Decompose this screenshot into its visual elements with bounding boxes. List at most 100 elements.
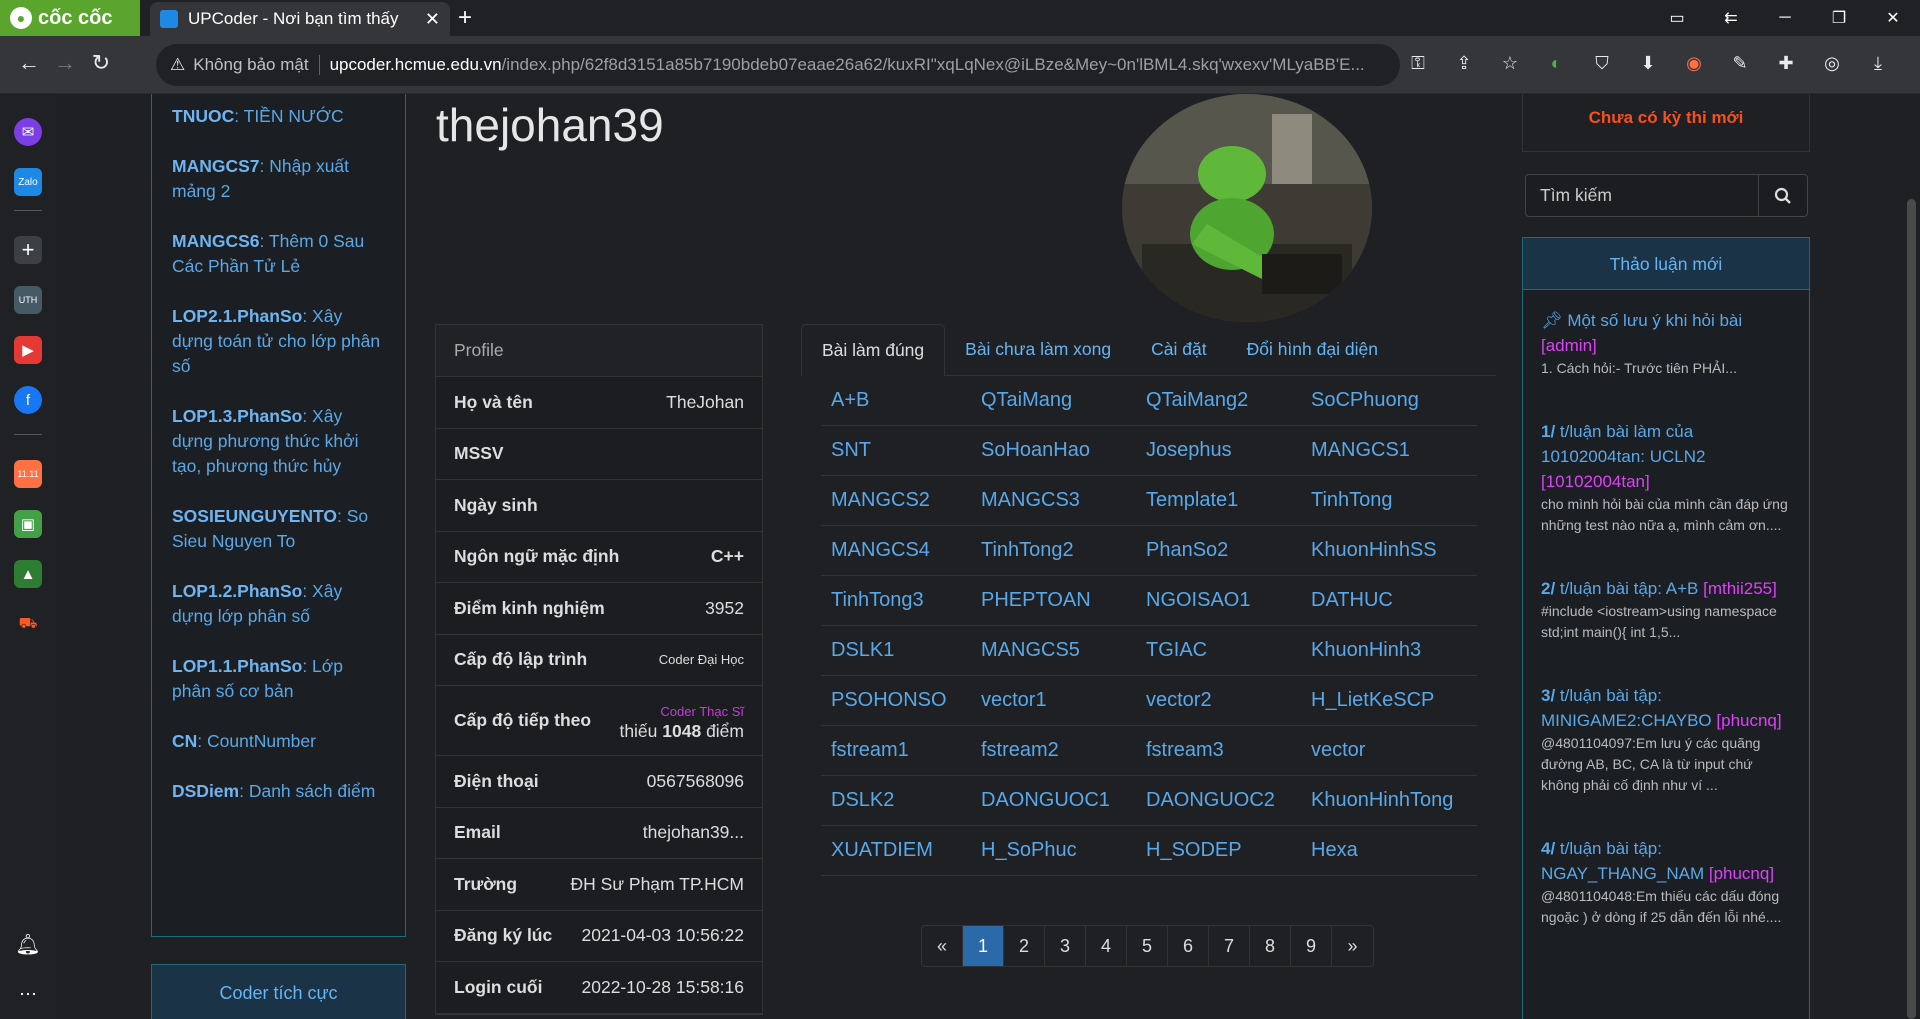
coccoc-extension-icon[interactable]: ◉ xyxy=(1681,50,1707,76)
back-icon[interactable]: ← xyxy=(14,50,44,76)
education-icon[interactable]: ▲ xyxy=(14,560,42,588)
problem-link[interactable]: vector xyxy=(1301,739,1477,762)
problem-link[interactable]: Josephus xyxy=(1136,439,1301,462)
list-item[interactable]: TNUOC: TIỀN NƯỚC xyxy=(172,104,385,129)
restore-icon[interactable]: ❐ xyxy=(1812,0,1866,36)
problem-link[interactable]: KhuonHinhTong xyxy=(1301,789,1477,812)
zalo-icon[interactable]: Zalo xyxy=(14,168,42,196)
more-icon[interactable]: ⋯ xyxy=(14,980,42,1008)
post-title-text[interactable]: t/luận bài tập: NGAY_THANG_NAM xyxy=(1541,839,1704,883)
problem-link[interactable]: SoCPhuong xyxy=(1301,389,1477,412)
search-input[interactable]: Tìm kiếm xyxy=(1526,175,1759,216)
reload-icon[interactable]: ↻ xyxy=(86,50,116,76)
page-button[interactable]: 6 xyxy=(1168,926,1209,966)
problem-link[interactable]: XUATDIEM xyxy=(821,839,971,862)
list-item[interactable]: LOP1.3.PhanSo: Xây dựng phương thức khởi… xyxy=(172,404,385,479)
moon-icon[interactable]: ◐ xyxy=(1543,50,1569,76)
problem-link[interactable]: DSLK2 xyxy=(821,789,971,812)
problem-link[interactable]: Template1 xyxy=(1136,489,1301,512)
uth-icon[interactable]: UTH xyxy=(14,286,42,314)
post-title[interactable]: 1/ t/luận bài làm của 10102004tan: UCLN2… xyxy=(1541,419,1791,494)
page-button[interactable]: 3 xyxy=(1045,926,1086,966)
problem-link[interactable]: H_LietKeSCP xyxy=(1301,689,1477,712)
list-item[interactable]: LOP1.1.PhanSo: Lớp phân số cơ bản xyxy=(172,654,385,704)
problem-code-link[interactable]: MANGCS7 xyxy=(172,156,260,176)
problem-link[interactable]: fstream1 xyxy=(821,739,971,762)
post-author[interactable]: [10102004tan] xyxy=(1541,472,1650,491)
post-author[interactable]: [mthii255] xyxy=(1703,579,1777,598)
list-item[interactable]: CN: CountNumber xyxy=(172,729,385,754)
problem-link[interactable]: fstream2 xyxy=(971,739,1136,762)
problem-link[interactable]: QTaiMang xyxy=(971,389,1136,412)
new-tab-icon[interactable]: + xyxy=(458,4,472,32)
page-scrollbar[interactable] xyxy=(1903,94,1920,1019)
post-author[interactable]: [admin] xyxy=(1541,336,1597,355)
problem-link[interactable]: DAONGUOC2 xyxy=(1136,789,1301,812)
tab-0[interactable]: Bài làm đúng xyxy=(801,324,946,377)
tab-1[interactable]: Bài chưa làm xong xyxy=(945,324,1131,375)
problem-link[interactable]: H_SODEP xyxy=(1136,839,1301,862)
minimize-icon[interactable]: ─ xyxy=(1758,0,1812,36)
problem-link[interactable]: vector2 xyxy=(1136,689,1301,712)
address-bar[interactable]: ⚠ Không bảo mật upcoder.hcmue.edu.vn /in… xyxy=(156,44,1400,86)
problem-link[interactable]: SoHoanHao xyxy=(971,439,1136,462)
list-item[interactable]: SOSIEUNGUYENTO: So Sieu Nguyen To xyxy=(172,504,385,554)
list-item[interactable]: DSDiem: Danh sách điểm xyxy=(172,779,385,804)
page-button[interactable]: 8 xyxy=(1250,926,1291,966)
pen-icon[interactable]: ✎ xyxy=(1727,50,1753,76)
tab-3[interactable]: Đổi hình đại diện xyxy=(1227,324,1398,375)
share-icon[interactable]: ⇪ xyxy=(1451,50,1477,76)
page-button[interactable]: 7 xyxy=(1209,926,1250,966)
key-icon[interactable]: ⚿ xyxy=(1405,50,1431,76)
post-title-text[interactable]: Một số lưu ý khi hỏi bài xyxy=(1567,311,1742,330)
page-button[interactable]: « xyxy=(922,926,963,966)
problem-link[interactable]: H_SoPhuc xyxy=(971,839,1136,862)
problem-link[interactable]: QTaiMang2 xyxy=(1136,389,1301,412)
post-title-text[interactable]: t/luận bài tập: A+B xyxy=(1555,579,1698,598)
browser-brand[interactable]: ● cốc cốc xyxy=(0,0,140,36)
post-author[interactable]: [phucnq] xyxy=(1709,864,1774,883)
notification-bell-icon[interactable]: 🔔︎ xyxy=(14,930,42,958)
list-item[interactable]: MANGCS6: Thêm 0 Sau Các Phần Tử Lẻ xyxy=(172,229,385,279)
close-window-icon[interactable]: ✕ xyxy=(1866,0,1920,36)
extensions-icon[interactable]: ✚ xyxy=(1773,50,1799,76)
problem-link[interactable]: MANGCS5 xyxy=(971,639,1136,662)
problem-link[interactable]: KhuonHinhSS xyxy=(1301,539,1477,562)
problem-code-link[interactable]: LOP1.3.PhanSo xyxy=(172,406,302,426)
problem-link[interactable]: NGOISAO1 xyxy=(1136,589,1301,612)
problem-link[interactable]: DATHUC xyxy=(1301,589,1477,612)
list-item[interactable]: LOP2.1.PhanSo: Xây dựng toán tử cho lớp … xyxy=(172,304,385,379)
post-title-text[interactable]: t/luận bài làm của 10102004tan: UCLN2 xyxy=(1541,422,1705,466)
problem-link[interactable]: TinhTong xyxy=(1301,489,1477,512)
tab-2[interactable]: Cài đặt xyxy=(1131,324,1226,375)
tab-search-icon[interactable]: ⇇ xyxy=(1704,0,1758,36)
problem-code-link[interactable]: CN xyxy=(172,731,197,751)
post-title[interactable]: 2/ t/luận bài tập: A+B [mthii255] xyxy=(1541,576,1791,601)
problem-link[interactable]: A+B xyxy=(821,389,971,412)
scrollbar-thumb[interactable] xyxy=(1907,199,1916,1019)
security-label[interactable]: Không bảo mật xyxy=(193,55,320,75)
problem-code-link[interactable]: LOP1.1.PhanSo xyxy=(172,656,302,676)
problem-link[interactable]: MANGCS2 xyxy=(821,489,971,512)
close-tab-icon[interactable]: ✕ xyxy=(425,9,440,30)
problem-link[interactable]: Hexa xyxy=(1301,839,1477,862)
problem-link[interactable]: PhanSo2 xyxy=(1136,539,1301,562)
profile-icon[interactable]: ◎ xyxy=(1819,50,1845,76)
post-author[interactable]: [phucnq] xyxy=(1716,711,1781,730)
page-button[interactable]: 5 xyxy=(1127,926,1168,966)
problem-link[interactable]: MANGCS1 xyxy=(1301,439,1477,462)
page-button[interactable]: 4 xyxy=(1086,926,1127,966)
search-icon[interactable] xyxy=(1759,175,1807,216)
star-icon[interactable]: ☆ xyxy=(1497,50,1523,76)
downloads-icon[interactable]: ⤓ xyxy=(1865,50,1891,76)
problem-link[interactable]: PHEPTOAN xyxy=(971,589,1136,612)
problem-link[interactable]: KhuonHinh3 xyxy=(1301,639,1477,662)
problem-link[interactable]: DAONGUOC1 xyxy=(971,789,1136,812)
post-title[interactable]: 4/ t/luận bài tập: NGAY_THANG_NAM [phucn… xyxy=(1541,836,1791,886)
facebook-icon[interactable]: f xyxy=(14,386,42,414)
problem-link[interactable]: TGIAC xyxy=(1136,639,1301,662)
post-title[interactable]: 📌︎ Một số lưu ý khi hỏi bài [admin] xyxy=(1541,308,1791,358)
problem-link[interactable]: SNT xyxy=(821,439,971,462)
problem-code-link[interactable]: MANGCS6 xyxy=(172,231,260,251)
download-page-icon[interactable]: ⬇ xyxy=(1635,50,1661,76)
